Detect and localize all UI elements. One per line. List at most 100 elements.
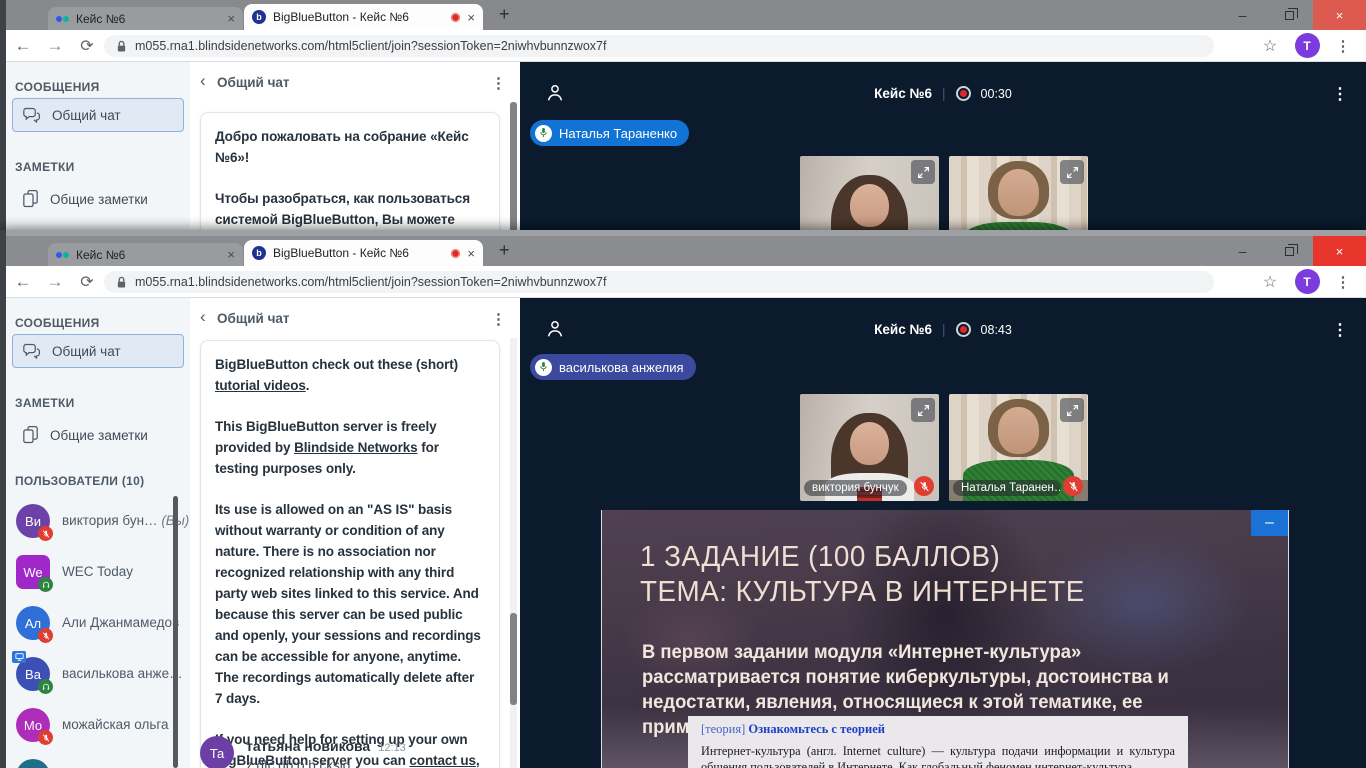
new-tab-button[interactable]: + — [499, 240, 510, 261]
chat-bubbles-icon — [22, 342, 42, 360]
bookmark-star-icon[interactable]: ☆ — [1256, 30, 1284, 61]
back-icon[interactable]: ← — [10, 266, 36, 297]
tutorial-videos-link[interactable]: tutorial videos — [215, 378, 306, 393]
welcome-paragraph: BigBlueButton check out these (short) tu… — [215, 354, 485, 396]
webcam-tile[interactable] — [949, 156, 1088, 232]
welcome-paragraph: This BigBlueButton server is freely prov… — [215, 416, 485, 479]
talking-indicator[interactable]: василькова анжелия — [530, 354, 696, 380]
window-close-button[interactable]: × — [1313, 236, 1366, 266]
profile-avatar[interactable]: T — [1292, 266, 1322, 297]
chat-message: Та татьяна новикова12:13 z dfc db;o b ck… — [200, 734, 500, 768]
user-avatar: Мо — [16, 708, 50, 742]
chat-panel: ‹ Общий чат ⋮ Добро пожаловать на собран… — [190, 62, 520, 232]
muted-mic-icon — [38, 628, 53, 643]
users-scrollbar-thumb[interactable] — [173, 496, 178, 768]
browser-menu-icon[interactable]: ⋮ — [1330, 30, 1356, 61]
webcam-tile[interactable]: Наталья Таранен… — [949, 394, 1088, 501]
user-avatar: Ал — [16, 606, 50, 640]
options-menu-icon[interactable]: ⋮ — [1332, 320, 1348, 340]
address-bar[interactable]: m055.rna1.blindsidenetworks.com/html5cli… — [104, 271, 1214, 293]
welcome-message-card: Добро пожаловать на собрание «Кейс №6»! … — [200, 112, 500, 232]
tab-bigbluebutton[interactable]: b BigBlueButton - Кейс №6 × — [244, 240, 483, 266]
chat-scrollbar-thumb[interactable] — [510, 102, 517, 232]
new-tab-button[interactable]: + — [499, 4, 510, 25]
screenshare-icon — [12, 651, 26, 663]
user-avatar: Ви — [16, 504, 50, 538]
window-minimize-button[interactable]: – — [1219, 0, 1266, 30]
tab-keis[interactable]: Кейс №6 × — [48, 7, 243, 30]
reload-icon[interactable]: ⟳ — [74, 266, 100, 297]
fullscreen-icon[interactable] — [911, 160, 935, 184]
chat-title: Общий чат — [217, 311, 290, 326]
meeting-area: Кейс №6 | 08:43 ⋮ василькова анжелия вик… — [520, 298, 1366, 768]
minimize-presentation-button[interactable]: – — [1251, 510, 1288, 536]
chat-back-icon[interactable]: ‹ — [200, 307, 206, 327]
browser-menu-icon[interactable]: ⋮ — [1330, 266, 1356, 297]
webcam-name-label: Наталья Таранен… — [953, 480, 1061, 496]
bbb-app: СООБЩЕНИЯ Общий чат ЗАМЕТКИ Общие заметк… — [0, 298, 1366, 768]
user-avatar — [16, 759, 50, 768]
tab-close-icon[interactable]: × — [227, 247, 235, 262]
chat-menu-icon[interactable]: ⋮ — [491, 310, 506, 328]
tab-close-icon[interactable]: × — [467, 10, 475, 25]
bookmark-star-icon[interactable]: ☆ — [1256, 266, 1284, 297]
sidebar-item-public-chat[interactable]: Общий чат — [12, 98, 184, 132]
window-restore-button[interactable] — [1266, 236, 1313, 266]
sidebar-item-shared-notes[interactable]: Общие заметки — [12, 418, 184, 452]
meeting-area: Кейс №6 | 00:30 ⋮ Наталья Тараненко — [520, 62, 1366, 232]
messages-section-label: СООБЩЕНИЯ — [15, 316, 100, 330]
fullscreen-icon[interactable] — [911, 398, 935, 422]
tab-bigbluebutton[interactable]: b BigBlueButton - Кейс №6 × — [244, 4, 483, 30]
titlebar[interactable]: Кейс №6 × b BigBlueButton - Кейс №6 × + … — [0, 236, 1366, 266]
user-list-item[interactable]: Ал Али Джанмамедов — [6, 606, 186, 650]
user-list-item[interactable]: Ви виктория бун… (Вы) — [6, 504, 186, 548]
user-list-item[interactable]: Мо можайская ольга — [6, 708, 186, 752]
address-bar[interactable]: m055.rna1.blindsidenetworks.com/html5cli… — [104, 35, 1214, 57]
blindside-networks-link[interactable]: Blindside Networks — [294, 440, 417, 455]
presentation-area: – 1 ЗАДАНИЕ (100 БАЛЛОВ) ТЕМА: КУЛЬТУРА … — [601, 510, 1289, 768]
window-minimize-button[interactable]: – — [1219, 236, 1266, 266]
titlebar[interactable]: Кейс №6 × b BigBlueButton - Кейс №6 × + … — [0, 0, 1366, 30]
talking-indicator[interactable]: Наталья Тараненко — [530, 120, 689, 146]
window-close-button[interactable]: × — [1313, 0, 1366, 30]
user-list-item[interactable] — [6, 759, 186, 768]
record-indicator-icon[interactable] — [956, 86, 971, 101]
talker-name: Наталья Тараненко — [559, 126, 677, 141]
tab-keis[interactable]: Кейс №6 × — [48, 243, 243, 266]
window-restore-button[interactable] — [1266, 0, 1313, 30]
sidebar-item-public-chat[interactable]: Общий чат — [12, 334, 184, 368]
tab-close-icon[interactable]: × — [227, 11, 235, 26]
url-text: m055.rna1.blindsidenetworks.com/html5cli… — [135, 39, 606, 53]
window-frame-edge — [0, 230, 6, 768]
message-author: татьяна новикова — [246, 738, 370, 754]
tab-title: Кейс №6 — [76, 12, 220, 26]
notes-section-label: ЗАМЕТКИ — [15, 396, 75, 410]
webcam-tile[interactable] — [800, 156, 939, 232]
sidebar-item-shared-notes[interactable]: Общие заметки — [12, 182, 184, 216]
chat-scrollbar — [510, 102, 517, 232]
user-list-item[interactable]: Ва василькова анже… — [6, 657, 186, 701]
forward-icon[interactable]: → — [42, 30, 68, 61]
chat-menu-icon[interactable]: ⋮ — [491, 74, 506, 92]
reload-icon[interactable]: ⟳ — [74, 30, 100, 61]
webcam-tile[interactable]: виктория бунчук — [800, 394, 939, 501]
fullscreen-icon[interactable] — [1060, 160, 1084, 184]
user-list-item[interactable]: We WEC Today — [6, 555, 186, 599]
profile-avatar[interactable]: T — [1292, 30, 1322, 61]
slide-theory-box: [теория] Ознакомьтесь с теорией Интернет… — [688, 716, 1188, 768]
chat-scrollbar-thumb[interactable] — [510, 613, 517, 705]
fullscreen-icon[interactable] — [1060, 398, 1084, 422]
options-menu-icon[interactable]: ⋮ — [1332, 84, 1348, 104]
tab-close-icon[interactable]: × — [467, 246, 475, 261]
meeting-title: Кейс №6 — [874, 86, 932, 101]
listen-only-icon — [38, 577, 53, 592]
browser-window-front: Кейс №6 × b BigBlueButton - Кейс №6 × + … — [0, 230, 1366, 768]
record-indicator-icon[interactable] — [956, 322, 971, 337]
chat-back-icon[interactable]: ‹ — [200, 71, 206, 91]
forward-icon[interactable]: → — [42, 266, 68, 297]
record-time: 00:30 — [981, 87, 1012, 101]
chat-title: Общий чат — [217, 75, 290, 90]
back-icon[interactable]: ← — [10, 30, 36, 61]
bbb-app: СООБЩЕНИЯ Общий чат ЗАМЕТКИ Общие заметк… — [0, 62, 1366, 232]
welcome-paragraph: Чтобы разобраться, как пользоваться сист… — [215, 188, 485, 230]
